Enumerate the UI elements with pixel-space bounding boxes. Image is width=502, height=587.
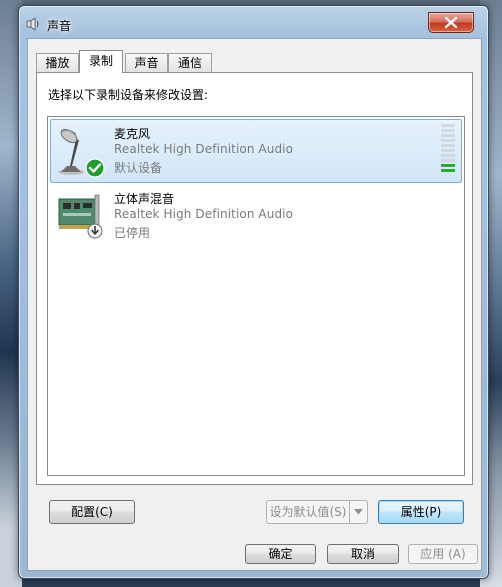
level-segment xyxy=(441,144,455,147)
sound-dialog-window: 声音 播放 录制 声音 通信 选择以下录制设备来修改设置: 麦克风 Realte… xyxy=(18,5,489,579)
level-segment xyxy=(441,169,455,172)
input-level-meter xyxy=(441,124,455,178)
device-status: 默认设备 xyxy=(114,161,163,175)
cancel-button[interactable]: 取消 xyxy=(327,544,399,564)
configure-button[interactable]: 配置(C) xyxy=(49,500,135,524)
title-bar[interactable]: 声音 xyxy=(19,6,488,38)
tab-playback[interactable]: 播放 xyxy=(36,53,79,72)
level-segment xyxy=(441,149,455,152)
apply-button[interactable]: 应用 (A) xyxy=(408,544,478,564)
device-item-microphone[interactable]: 麦克风 Realtek High Definition Audio 默认设备 xyxy=(50,119,462,183)
device-driver: Realtek High Definition Audio xyxy=(114,207,294,221)
window-title: 声音 xyxy=(47,19,72,33)
dialog-client-area: 播放 录制 声音 通信 选择以下录制设备来修改设置: 麦克风 Realtek H… xyxy=(27,38,482,571)
close-button[interactable] xyxy=(428,12,474,33)
device-name: 立体声混音 xyxy=(114,192,175,206)
speaker-icon xyxy=(25,16,41,32)
level-segment xyxy=(441,159,455,162)
device-item-stereo-mix[interactable]: 立体声混音 Realtek High Definition Audio 已停用 xyxy=(50,184,462,248)
instruction-label: 选择以下录制设备来修改设置: xyxy=(48,88,209,102)
tab-recording[interactable]: 录制 xyxy=(79,50,123,73)
sound-card-icon xyxy=(55,191,107,243)
level-segment xyxy=(441,129,455,132)
tab-sounds[interactable]: 声音 xyxy=(125,53,168,72)
tab-communications[interactable]: 通信 xyxy=(168,53,212,72)
level-segment xyxy=(441,164,455,167)
chevron-down-icon xyxy=(354,509,363,515)
disabled-down-arrow-icon xyxy=(87,223,103,239)
device-driver: Realtek High Definition Audio xyxy=(114,142,294,156)
device-name: 麦克风 xyxy=(114,127,151,141)
set-default-dropdown-button[interactable] xyxy=(350,500,368,524)
device-status: 已停用 xyxy=(114,226,151,240)
recording-tab-panel: 选择以下录制设备来修改设置: 麦克风 Realtek High Definiti… xyxy=(36,72,473,485)
recording-device-list[interactable]: 麦克风 Realtek High Definition Audio 默认设备 立… xyxy=(47,116,465,476)
set-default-button[interactable]: 设为默认值(S) xyxy=(266,500,350,524)
level-segment xyxy=(441,139,455,142)
close-x-icon xyxy=(445,17,457,28)
level-segment xyxy=(441,124,455,127)
default-check-icon xyxy=(85,158,105,178)
ok-button[interactable]: 确定 xyxy=(245,544,316,564)
properties-button[interactable]: 属性(P) xyxy=(378,500,464,524)
level-segment xyxy=(441,134,455,137)
level-segment xyxy=(441,154,455,157)
microphone-icon xyxy=(55,126,107,178)
